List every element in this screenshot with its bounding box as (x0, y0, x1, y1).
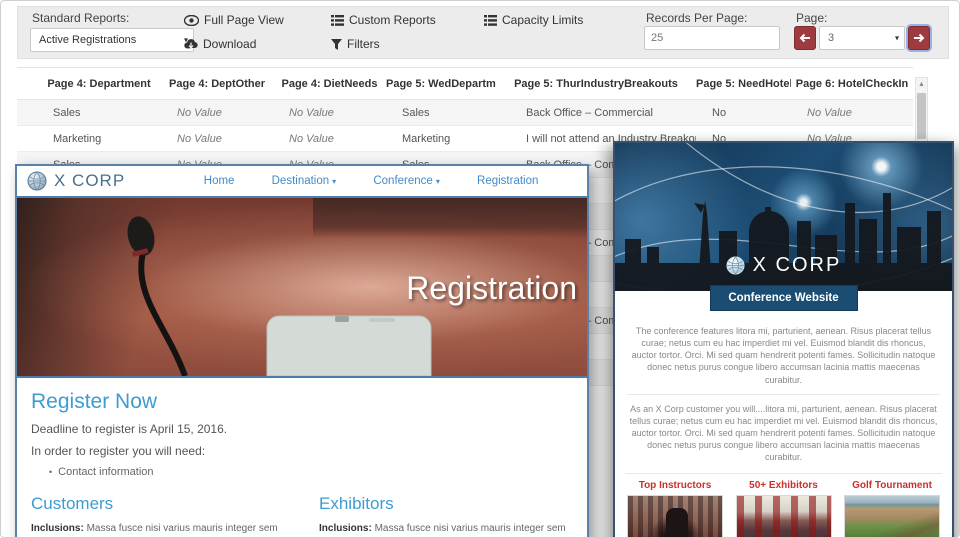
feature-title[interactable]: Top Instructors (625, 480, 725, 491)
feature-top-instructors: Top Instructors (625, 480, 725, 537)
list-icon (331, 14, 344, 26)
table-cell: No (712, 106, 727, 119)
cloud-download-icon (184, 39, 198, 49)
feature-title[interactable]: 50+ Exhibitors (734, 480, 834, 491)
table-cell: No Value (289, 106, 334, 119)
full-page-view-button[interactable]: Full Page View (184, 13, 284, 27)
chevron-down-icon: ▾ (332, 177, 337, 186)
nav-item-destination[interactable]: Destination ▾ (272, 175, 337, 187)
customers-section: Customers Inclusions: Massa fusce nisi v… (31, 494, 285, 537)
registration-hero-image: Registration (17, 196, 587, 378)
globe-icon (27, 171, 47, 191)
globe-icon (726, 256, 745, 275)
download-button[interactable]: Download (184, 37, 256, 51)
customers-heading: Customers (31, 494, 114, 513)
site-brand-label: X CORP (54, 171, 126, 190)
exhibitors-section: Exhibitors Inclusions: Massa fusce nisi … (319, 494, 573, 537)
column-header[interactable]: Page 5: WedDepartment (386, 78, 496, 90)
hero-title: Registration (406, 270, 577, 306)
app-window: Standard Reports: Active Registrations ▾… (0, 0, 960, 538)
standard-reports-label: Standard Reports: (32, 11, 130, 25)
microphone-icon (127, 216, 432, 376)
column-header[interactable]: Page 4: DietNeeds (273, 78, 386, 90)
table-cell: No Value (177, 132, 222, 145)
filter-icon (331, 38, 342, 50)
feature-golf: Golf Tournament (842, 480, 942, 537)
email-brand-label: X CORP (752, 254, 842, 276)
column-header[interactable]: Page 4: Department (37, 78, 161, 90)
table-cell: Sales (402, 106, 430, 119)
custom-reports-label: Custom Reports (349, 13, 436, 27)
custom-reports-button[interactable]: Custom Reports (331, 13, 436, 27)
capacity-limits-label: Capacity Limits (502, 13, 584, 27)
exhibitors-heading: Exhibitors (319, 494, 394, 513)
table-cell: No Value (289, 132, 334, 145)
exhibitors-photo (735, 495, 832, 537)
records-per-page-input[interactable] (644, 26, 780, 50)
register-now-heading: Register Now (31, 390, 158, 413)
table-cell: Marketing (53, 132, 102, 145)
registration-site-preview: X CORP Home Destination ▾ Conference ▾ Reg… (15, 164, 589, 537)
table-row: Sales No Value No Value Sales Back Office – … (17, 100, 913, 126)
feature-exhibitors: 50+ Exhibitors (734, 480, 834, 537)
list-icon (484, 14, 497, 26)
list-item: • Contact information (49, 466, 154, 478)
page-value: 3 (828, 32, 835, 44)
page-select[interactable]: 3 ▾ (819, 26, 905, 50)
email-preview: X CORP Conference Website The conference… (613, 141, 954, 537)
conference-website-button[interactable]: Conference Website (709, 285, 858, 311)
table-cell: No Value (177, 106, 222, 119)
bullet-icon: • (49, 467, 53, 477)
next-page-button[interactable] (908, 26, 930, 50)
capacity-limits-button[interactable]: Capacity Limits (484, 13, 583, 27)
instructors-photo (627, 495, 723, 537)
register-requirements-intro: In order to register you will need: (31, 444, 206, 458)
prev-page-button[interactable] (794, 26, 816, 50)
column-header[interactable]: Page 6: HotelCheckIn (791, 78, 913, 90)
column-header[interactable]: Page 5: ThurIndustryBreakouts (496, 78, 696, 90)
standard-reports-select[interactable]: Active Registrations ▾ (30, 28, 194, 52)
site-navbar: X CORP Home Destination ▾ Conference ▾ Reg… (17, 166, 587, 196)
standard-reports-value: Active Registrations (39, 34, 137, 46)
email-brand: X CORP (615, 254, 952, 277)
column-header[interactable]: Page 5: NeedHotel (696, 78, 791, 90)
chevron-down-icon: ▾ (894, 33, 899, 43)
email-features: Top Instructors 50+ Exhibitors Golf Tour… (625, 473, 942, 537)
feature-title[interactable]: Golf Tournament (842, 480, 942, 491)
site-nav-links: Home Destination ▾ Conference ▾ Registrati… (185, 175, 557, 187)
email-paragraph-1: The conference features litora mi, partu… (631, 326, 936, 385)
register-deadline: Deadline to register is April 15, 2016. (31, 422, 228, 436)
download-label: Download (203, 37, 257, 51)
table-cell: No Value (807, 106, 852, 119)
eye-icon (184, 14, 199, 26)
nav-item-home[interactable]: Home (204, 175, 235, 187)
golf-photo (844, 495, 940, 537)
arrow-left-icon (799, 33, 810, 43)
records-per-page-label: Records Per Page: (646, 11, 748, 25)
exhibitors-body: Inclusions: Massa fusce nisi varius maur… (319, 523, 566, 534)
scroll-up-icon[interactable]: ▲ (916, 78, 927, 91)
column-header[interactable]: Page 4: DeptOther (161, 78, 273, 90)
site-sections: Customers Inclusions: Massa fusce nisi v… (31, 494, 573, 537)
filters-button[interactable]: Filters (331, 37, 380, 51)
nav-item-conference[interactable]: Conference ▾ (373, 175, 439, 187)
scrollbar-thumb[interactable] (917, 93, 926, 139)
table-cell: Back Office – Commercial (526, 106, 653, 119)
full-page-view-label: Full Page View (204, 13, 284, 27)
email-paragraph-2: As an X Corp customer you will....litora… (627, 393, 940, 472)
arrow-right-icon (914, 33, 925, 43)
site-body: Register Now Deadline to register is Apr… (17, 378, 587, 537)
table-header-row: Page 4: Department Page 4: DeptOther Pag… (17, 68, 913, 100)
email-hero-image: X CORP (615, 143, 952, 291)
nav-item-registration[interactable]: Registration (477, 175, 538, 187)
filters-label: Filters (347, 37, 380, 51)
table-cell: Sales (53, 106, 81, 119)
table-cell: Marketing (402, 132, 451, 145)
chevron-down-icon: ▾ (435, 177, 440, 186)
report-toolbar: Standard Reports: Active Registrations ▾… (17, 6, 949, 59)
customers-body: Inclusions: Massa fusce nisi varius maur… (31, 523, 278, 534)
page-label: Page: (796, 11, 828, 25)
site-brand[interactable]: X CORP (27, 171, 125, 191)
